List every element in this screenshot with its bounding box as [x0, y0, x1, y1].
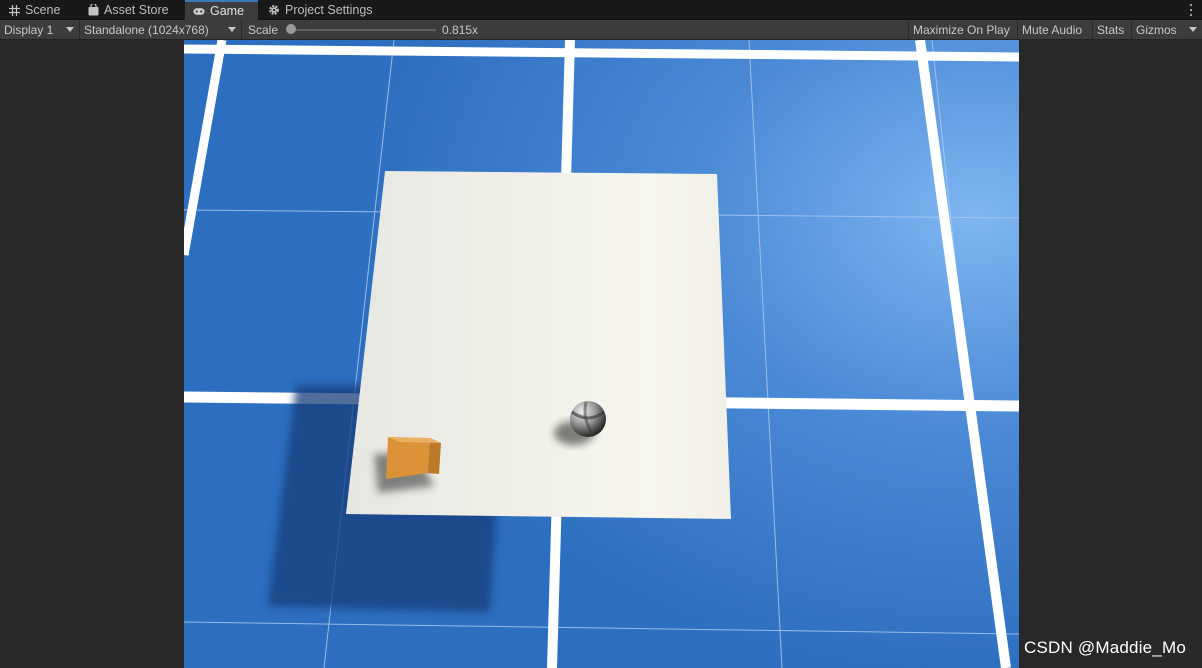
scale-slider-track[interactable]: [292, 29, 436, 31]
orange-cube: [386, 437, 441, 479]
tab-label: Game: [210, 4, 245, 18]
game-viewport[interactable]: [184, 40, 1019, 668]
bag-icon: [87, 4, 99, 16]
more-options-icon[interactable]: [1186, 2, 1196, 18]
display-label: Display 1: [4, 22, 54, 37]
game-scene: [184, 40, 1019, 668]
ball: [570, 401, 606, 437]
editor-tab-bar: Scene Asset Store Game Project Settings: [0, 0, 1202, 20]
resolution-label: Standalone (1024x768): [84, 22, 209, 37]
mute-label: Mute Audio: [1022, 22, 1083, 37]
tab-asset-store[interactable]: Asset Store: [79, 0, 177, 20]
game-view-toolbar: Display 1 Standalone (1024x768) Scale 0.…: [0, 20, 1202, 40]
tab-scene[interactable]: Scene: [0, 0, 68, 20]
gizmos-label: Gizmos: [1136, 22, 1177, 37]
maximize-label: Maximize On Play: [913, 22, 1010, 37]
grid-icon: [8, 4, 20, 16]
tab-label: Asset Store: [104, 3, 169, 17]
gamepad-icon: [193, 5, 205, 17]
maximize-on-play-button[interactable]: Maximize On Play: [908, 20, 1018, 39]
tab-label: Scene: [25, 3, 61, 17]
tab-game[interactable]: Game: [185, 0, 258, 20]
tab-project-settings[interactable]: Project Settings: [260, 0, 381, 20]
watermark: CSDN @Maddie_Mo: [1024, 638, 1186, 657]
resolution-dropdown[interactable]: Standalone (1024x768): [80, 20, 242, 39]
scale-value-text: 0.815x: [442, 22, 479, 37]
gizmos-dropdown[interactable]: Gizmos: [1132, 20, 1202, 39]
display-dropdown[interactable]: Display 1: [0, 20, 80, 39]
stats-label: Stats: [1097, 22, 1125, 37]
stats-button[interactable]: Stats: [1093, 20, 1132, 39]
scale-label-text: Scale: [248, 22, 279, 37]
scale-label: Scale: [244, 20, 284, 39]
scale-slider-thumb[interactable]: [286, 24, 296, 34]
gear-icon: [268, 4, 280, 16]
tab-label: Project Settings: [285, 3, 373, 17]
mute-audio-button[interactable]: Mute Audio: [1018, 20, 1093, 39]
scale-value: 0.815x: [438, 20, 498, 39]
